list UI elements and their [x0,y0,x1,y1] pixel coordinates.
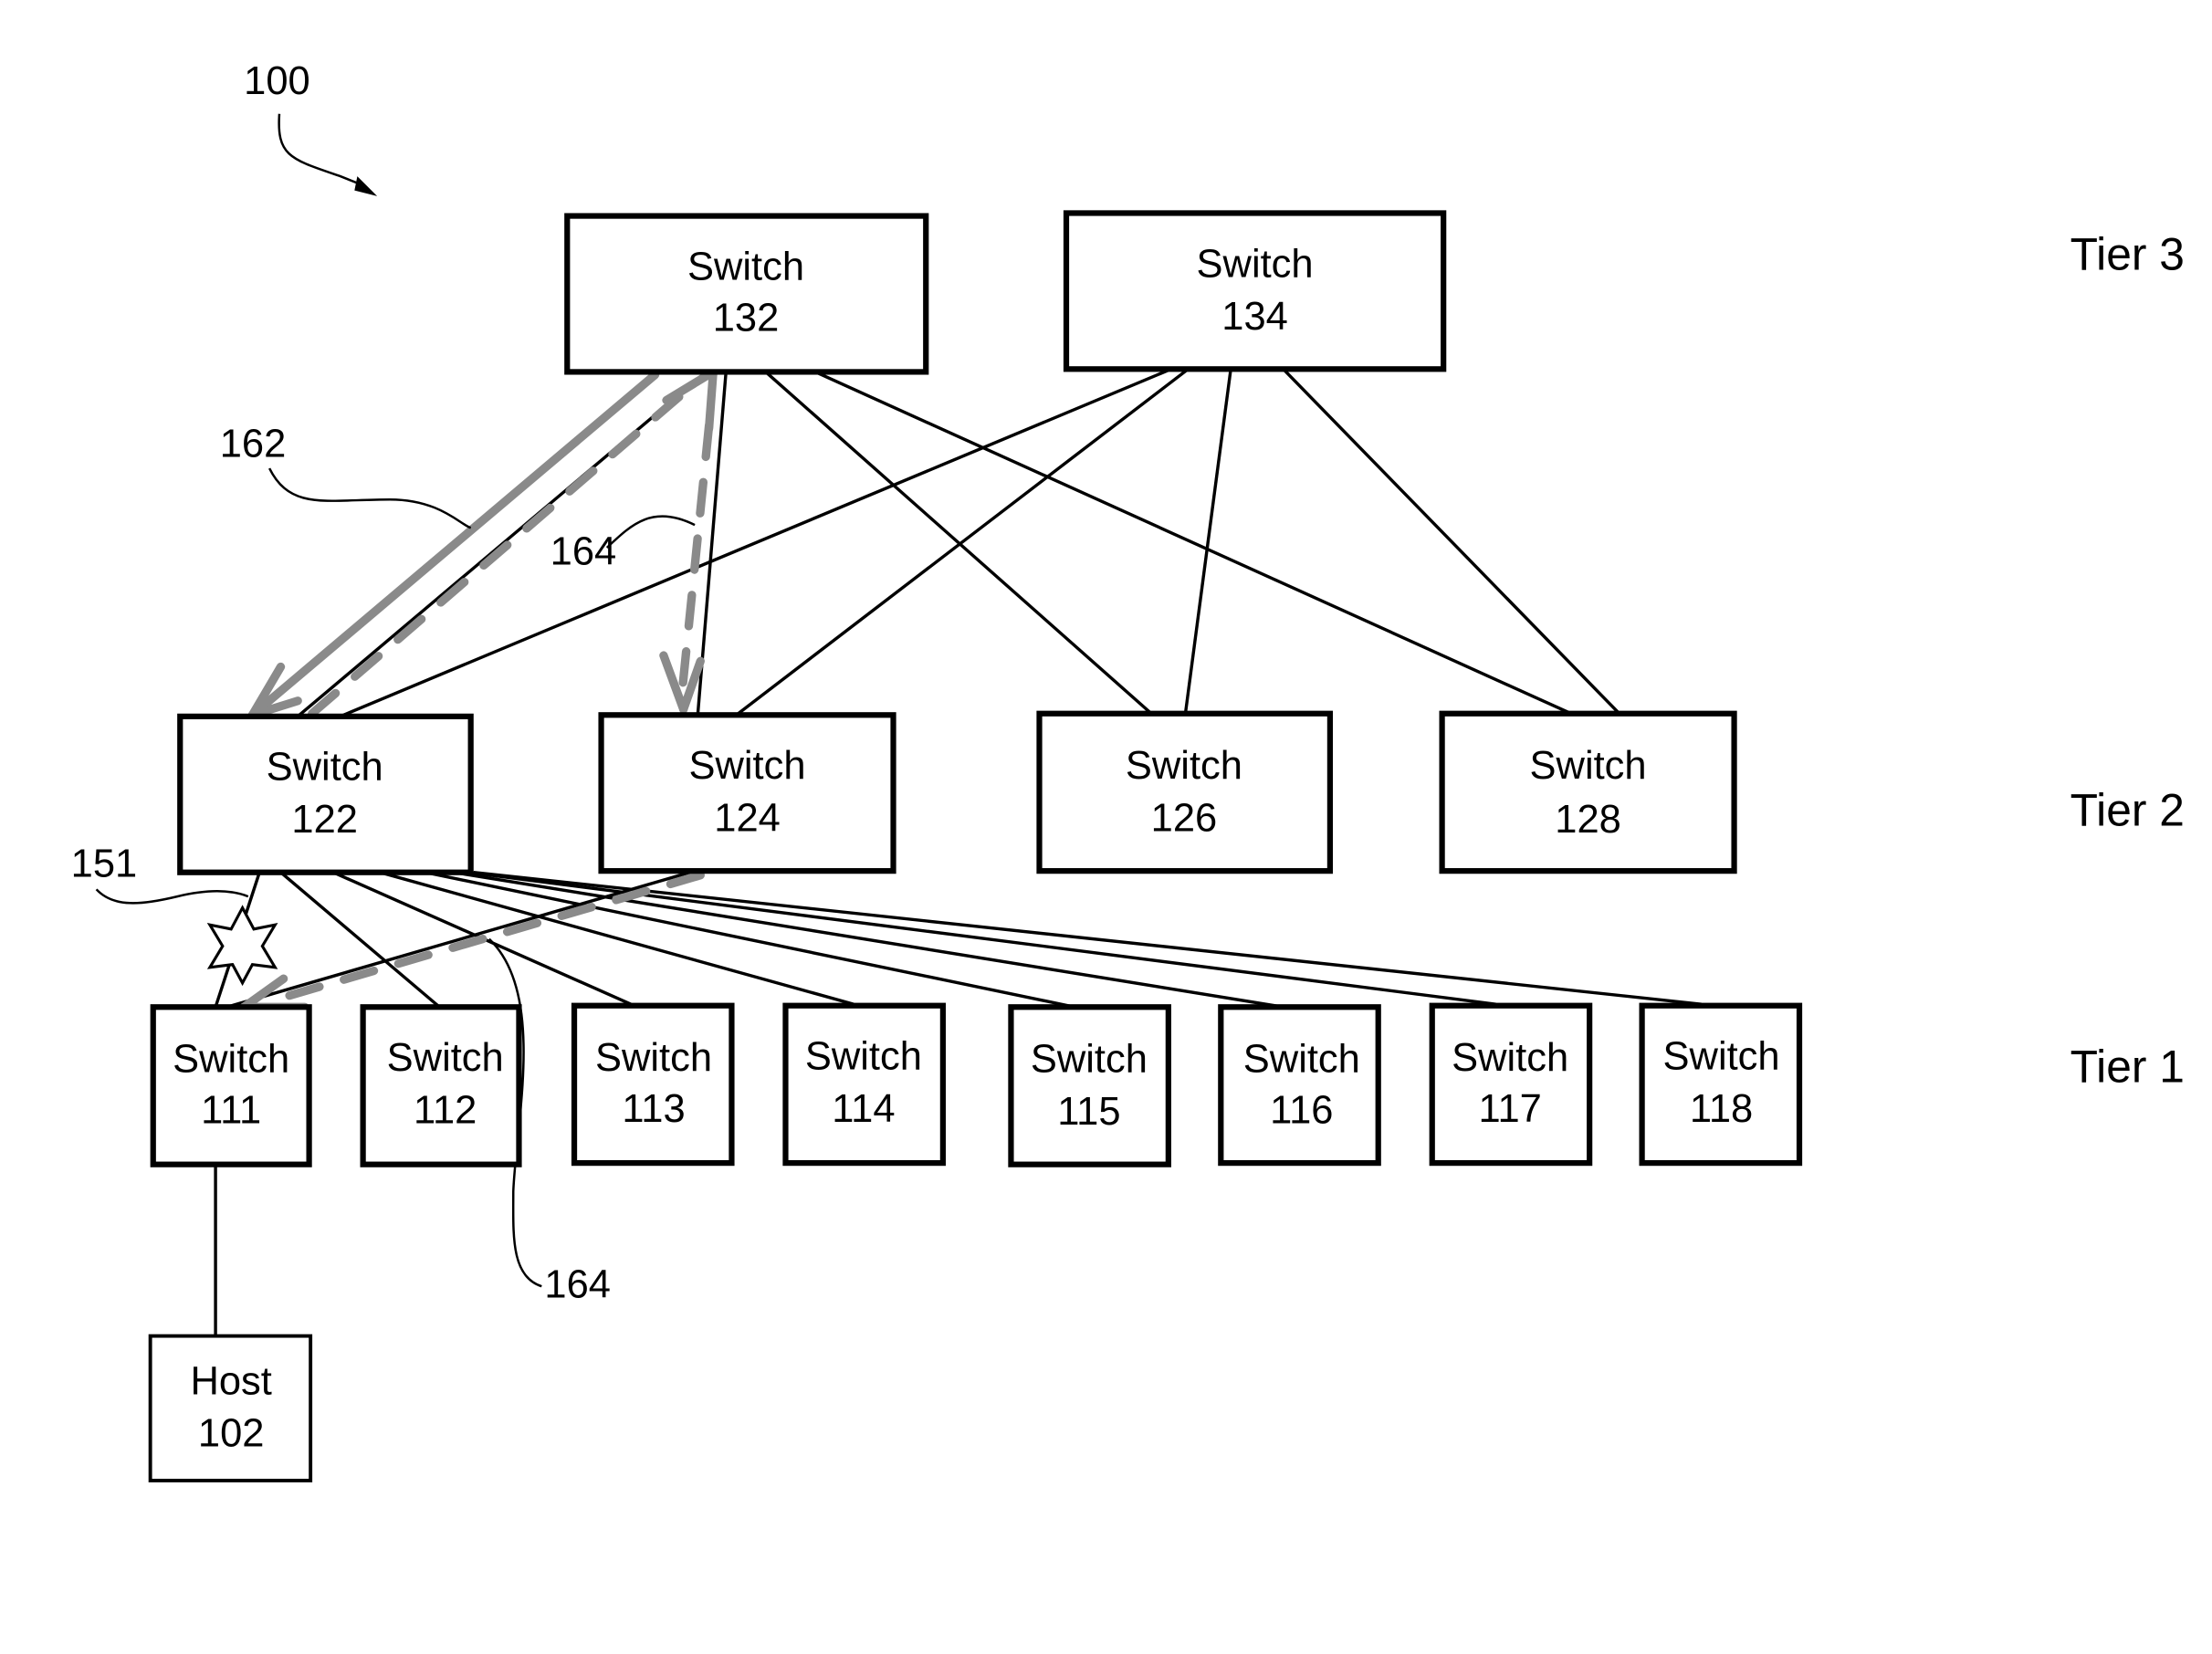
switch-id: 116 [1270,1089,1333,1133]
switch-114[interactable]: Switch 114 [782,1002,946,1167]
callout-164-upper-leader [605,515,696,549]
path-164-segment-122-132 [308,379,699,718]
callout-162-label: 162 [220,423,287,466]
switch-124[interactable]: Switch 124 [598,712,896,874]
switch-label: Switch [1452,1036,1568,1080]
callout-151-leader [95,888,249,905]
link-134-122 [340,367,1172,718]
host-id: 102 [198,1412,265,1456]
switch-id: 115 [1057,1090,1120,1134]
switch-118[interactable]: Switch 118 [1639,1002,1803,1167]
callout-164-upper-label: 164 [550,530,617,574]
switch-label: Switch [387,1036,504,1080]
path-164 [239,367,718,1011]
switch-label: Switch [1031,1038,1148,1082]
arrowhead-icon [704,367,718,434]
switch-134[interactable]: Switch 134 [1063,210,1447,372]
figure-reference-label: 100 [244,59,310,103]
switch-label: Switch [1243,1038,1360,1082]
link-failure-star-icon [206,905,278,987]
tier3-label: Tier 3 [2070,229,2185,280]
switch-id: 114 [832,1087,895,1131]
switch-id: 122 [291,798,358,842]
callout-164-lower-label: 164 [544,1263,611,1307]
switch-label: Switch [595,1036,712,1080]
switch-id: 132 [713,296,780,340]
switch-122[interactable]: Switch 122 [177,713,474,875]
figure-reference-leader [278,113,362,186]
path-164-segment-132-124 [676,421,714,711]
switch-126[interactable]: Switch 126 [1036,710,1334,874]
switch-128[interactable]: Switch 128 [1439,710,1737,874]
link-122-118 [473,871,1703,1006]
network-diagram: 100 Tier 3 Tier 2 Tier 1 162 164 164 151… [71,59,2185,1482]
switch-112[interactable]: Switch 112 [360,1004,522,1167]
switch-id: 118 [1690,1087,1753,1131]
switch-label: Switch [173,1038,289,1082]
arrowhead-icon [354,176,378,196]
switch-id: 124 [714,797,781,841]
callout-162-leader [267,467,472,529]
path-164-segment-124-111 [265,871,705,1006]
switch-id: 112 [414,1089,477,1133]
switch-id: 134 [1221,295,1288,339]
switch-label: Switch [1197,242,1314,286]
switch-label: Switch [689,744,806,788]
switch-id: 111 [201,1089,261,1133]
switch-label: Switch [1126,744,1242,788]
link-122-116 [453,871,1284,1009]
host-label: Host [190,1359,271,1403]
tier2-label: Tier 2 [2070,784,2185,835]
switch-id: 126 [1151,797,1218,841]
link-134-128 [1282,368,1620,715]
host-102[interactable]: Host 102 [148,1334,313,1482]
switch-label: Switch [687,245,804,288]
switch-id: 128 [1555,798,1621,842]
switch-113[interactable]: Switch 113 [571,1002,735,1167]
switch-id: 117 [1479,1087,1542,1131]
switch-label: Switch [1530,744,1647,788]
switch-label: Switch [1663,1035,1780,1079]
switch-117[interactable]: Switch 117 [1429,1002,1593,1167]
switch-111[interactable]: Switch 111 [150,1004,312,1167]
switch-132[interactable]: Switch 132 [564,213,929,375]
switch-label: Switch [805,1035,922,1079]
link-132-126 [764,371,1153,716]
callout-151-label: 151 [71,842,138,885]
link-122-115 [425,871,1075,1009]
tier1-label: Tier 1 [2070,1042,2185,1093]
switch-116[interactable]: Switch 116 [1218,1004,1381,1167]
arrowhead-icon [662,367,718,405]
switch-id: 113 [622,1087,685,1131]
link-134-124 [733,367,1190,718]
switch-115[interactable]: Switch 115 [1008,1004,1171,1167]
switch-label: Switch [267,746,383,790]
tier3-tier2-links [297,367,1620,718]
